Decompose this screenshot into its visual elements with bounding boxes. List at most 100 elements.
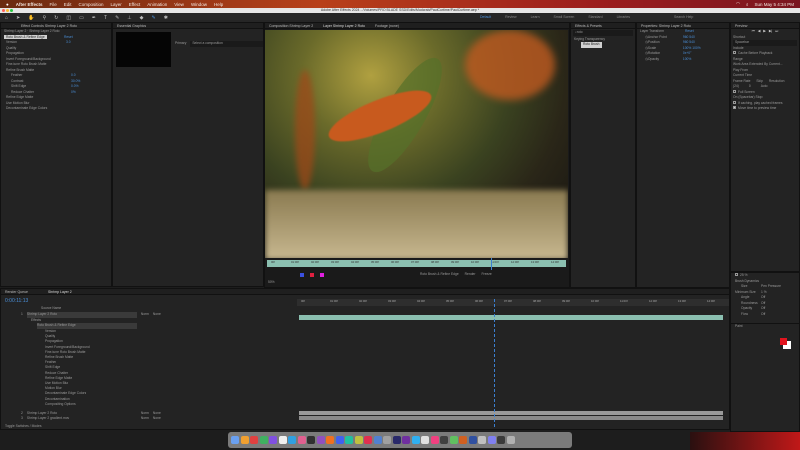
dock-app-icon[interactable] — [430, 436, 439, 444]
menu-layer[interactable]: Layer — [111, 2, 122, 7]
layer-mode[interactable]: Norm — [141, 312, 149, 318]
layer-name[interactable]: Shrimp Layer 2 gradient.mov — [27, 416, 137, 422]
spacing-checkbox[interactable] — [735, 273, 738, 276]
view-select[interactable]: Roto Brush & Refine Edge — [420, 272, 459, 278]
clone-stamp-icon[interactable]: ⊥ — [127, 15, 131, 21]
transform-value[interactable]: 100% — [683, 57, 691, 63]
layer-row[interactable]: 3 Shrimp Layer 2 gradient.mov Norm None — [1, 416, 297, 422]
dock-app-icon[interactable] — [288, 436, 296, 444]
menu-edit[interactable]: Edit — [64, 2, 72, 7]
type-tool-icon[interactable]: T — [104, 15, 107, 21]
layer-parent[interactable]: None — [153, 312, 161, 318]
tab-timeline-comp[interactable]: Shrimp Layer 2 — [48, 289, 72, 294]
effect-name[interactable]: Roto Brush & Refine Edge — [4, 34, 47, 39]
primary-select[interactable]: Select a composition — [190, 41, 263, 47]
zoom-tool-icon[interactable]: ⚲ — [42, 15, 46, 21]
foreground-color-swatch[interactable] — [780, 338, 787, 345]
selection-tool-icon[interactable]: ➤ — [16, 15, 20, 21]
effects-search-input[interactable]: roto — [577, 30, 583, 36]
close-window-button[interactable] — [2, 9, 5, 12]
menu-animation[interactable]: Animation — [147, 2, 167, 7]
dock-app-icon[interactable] — [231, 436, 239, 444]
menu-view[interactable]: View — [174, 2, 184, 7]
dock-app-icon[interactable] — [326, 436, 334, 444]
flow-select[interactable]: Off — [761, 312, 765, 318]
property-value[interactable]: 0% — [71, 90, 76, 96]
tab-render-queue[interactable]: Render Queue — [5, 289, 28, 294]
layer-bar-roto[interactable] — [299, 315, 723, 320]
channel-red[interactable] — [310, 273, 314, 277]
menu-help[interactable]: Help — [214, 2, 223, 7]
workspace-default[interactable]: Default — [480, 13, 491, 22]
apple-icon[interactable]: ● — [6, 2, 9, 7]
cache-checkbox[interactable] — [733, 51, 736, 54]
zoom-select[interactable]: 50% — [268, 280, 275, 286]
layer-bar-3[interactable] — [299, 416, 723, 420]
dock-app-icon[interactable] — [354, 436, 363, 444]
dock-app-icon[interactable] — [278, 436, 287, 444]
dock-app-icon[interactable] — [297, 436, 306, 444]
effect-property-row[interactable]: Decontaminate Edge Colors — [1, 106, 111, 112]
search-help-input[interactable]: Search Help — [674, 13, 693, 22]
wifi-icon[interactable]: ◠ — [736, 1, 740, 7]
tab-composition[interactable]: Composition Shrimp Layer 2 — [269, 23, 313, 28]
clock[interactable]: Sun May 5 4:34 PM — [754, 2, 794, 7]
effect-group-roto[interactable]: Roto Brush & Refine Edge — [37, 323, 137, 329]
first-frame-icon[interactable]: ⏮ — [752, 29, 755, 35]
move-time-checkbox[interactable] — [733, 106, 736, 109]
layer-bar-2[interactable] — [299, 411, 723, 415]
workspace-standard[interactable]: Standard — [588, 13, 602, 22]
if-caching-checkbox[interactable] — [733, 100, 736, 104]
last-frame-icon[interactable]: ⏭ — [775, 29, 778, 35]
dock-app-icon[interactable] — [240, 436, 249, 444]
zoom-window-button[interactable] — [10, 9, 13, 12]
timeline-property-row[interactable]: Compositing Options — [45, 402, 76, 408]
dock-app-icon[interactable] — [497, 436, 505, 444]
dock-app-icon[interactable] — [316, 436, 325, 444]
menu-composition[interactable]: Composition — [79, 2, 104, 7]
dock-app-icon[interactable] — [421, 436, 429, 444]
menu-window[interactable]: Window — [191, 2, 207, 7]
minimize-window-button[interactable] — [6, 9, 9, 12]
layer-name[interactable]: Shrimp Layer 2 Roto — [26, 312, 137, 318]
menu-file[interactable]: File — [49, 2, 56, 7]
toggle-switches-modes[interactable]: Toggle Switches / Modes — [5, 424, 85, 430]
current-time-indicator[interactable] — [494, 299, 495, 429]
roto-span-bar[interactable]: 00f 01:00f 02:00f 03:00f 04:00f 05:00f 06:00f 0… — [267, 260, 566, 267]
dock-app-icon[interactable] — [269, 436, 277, 444]
workspace-libraries[interactable]: Libraries — [617, 13, 630, 22]
dock-app-icon[interactable] — [487, 436, 496, 444]
rotate-tool-icon[interactable]: ↻ — [54, 15, 58, 21]
channel-blue[interactable] — [300, 273, 304, 277]
play-icon[interactable]: ▶ — [763, 29, 766, 35]
workspace-small-screen[interactable]: Small Screen — [554, 13, 575, 22]
brush-tool-icon[interactable]: ✎ — [115, 15, 119, 21]
tab-layer[interactable]: Layer Shrimp Layer 2 Roto — [323, 23, 365, 28]
tab-footage[interactable]: Footage (none) — [375, 23, 399, 28]
dock-app-icon[interactable] — [383, 436, 391, 444]
dock-app-icon[interactable] — [402, 436, 410, 444]
dock-app-icon[interactable] — [345, 436, 353, 444]
hand-tool-icon[interactable]: ✋ — [28, 15, 34, 21]
workspace-review[interactable]: Review — [505, 13, 516, 22]
essential-graphics-tab[interactable]: Essential Graphics — [113, 23, 263, 29]
dock-app-icon[interactable] — [373, 436, 382, 444]
effects-presets-title[interactable]: Effects & Presets — [571, 23, 635, 29]
menu-effect[interactable]: Effect — [129, 2, 140, 7]
workspace-learn[interactable]: Learn — [531, 13, 540, 22]
dock-app-icon[interactable] — [459, 436, 467, 444]
pen-tool-icon[interactable]: ✒ — [92, 15, 96, 21]
property-value[interactable]: 3.0 — [66, 40, 71, 46]
roto-brush-icon[interactable]: ✎ — [152, 15, 156, 21]
camera-tool-icon[interactable]: ◫ — [66, 15, 71, 21]
eraser-icon[interactable]: ◆ — [140, 15, 144, 21]
dock-app-icon[interactable] — [335, 436, 344, 444]
freeze-button[interactable]: Freeze — [482, 272, 492, 278]
transform-row[interactable]: ◷ Opacity 100% — [637, 57, 729, 63]
home-icon[interactable]: ⌂ — [5, 15, 8, 21]
time-ruler[interactable]: 00f 01:00f 02:00f 03:00f 04:00f 05:00f 06:00f 0… — [297, 299, 729, 306]
dock-app-icon[interactable] — [364, 436, 372, 444]
prev-frame-icon[interactable]: ◀ — [758, 29, 761, 35]
next-frame-icon[interactable]: ▶| — [769, 29, 772, 35]
rectangle-tool-icon[interactable]: ▭ — [79, 15, 84, 21]
